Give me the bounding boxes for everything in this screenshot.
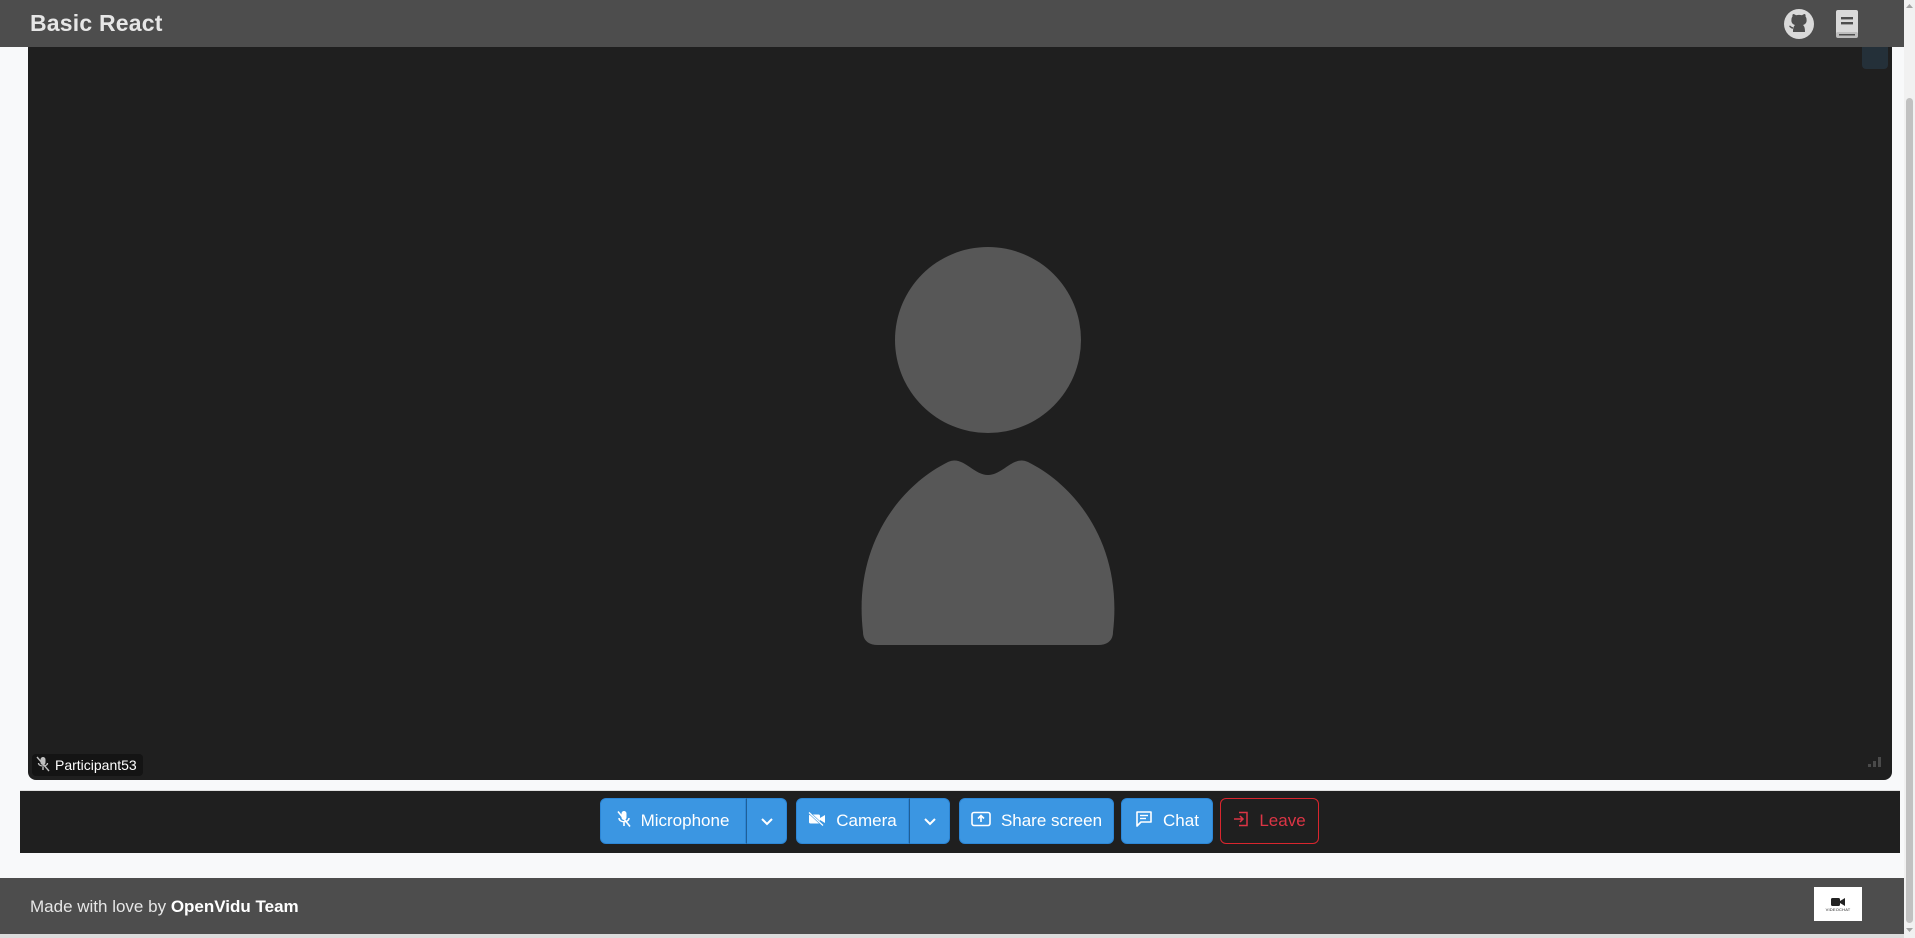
share-screen-icon — [971, 811, 991, 832]
footer-logo-text: VIDEOCHAT — [1825, 906, 1851, 912]
chat-button[interactable]: Chat — [1121, 798, 1213, 844]
leave-control: Leave — [1220, 798, 1319, 844]
mic-off-icon — [616, 810, 631, 833]
scrollbar-thumb[interactable] — [1906, 98, 1913, 923]
page-scrollbar[interactable] — [1904, 0, 1915, 938]
leave-label: Leave — [1259, 811, 1306, 830]
camera-button[interactable]: Camera — [796, 798, 909, 844]
video-camera-icon — [1831, 897, 1845, 906]
microphone-options-button[interactable] — [746, 798, 787, 844]
participant-video-tile: Participant53 — [28, 47, 1892, 780]
camera-label: Camera — [836, 811, 897, 830]
app-title: Basic React — [30, 10, 163, 36]
microphone-button[interactable]: Microphone — [600, 798, 746, 844]
participant-nametag: Participant53 — [32, 754, 143, 776]
leave-icon — [1233, 811, 1249, 832]
camera-options-button[interactable] — [909, 798, 950, 844]
person-avatar-icon — [798, 247, 1178, 652]
footer-logo[interactable]: VIDEOCHAT — [1814, 887, 1862, 921]
footer: Made with love by OpenVidu Team VIDEOCHA… — [0, 878, 1904, 938]
chat-control: Chat — [1121, 798, 1213, 844]
signal-strength-icon — [1868, 754, 1884, 772]
top-navbar: Basic React — [0, 0, 1904, 47]
camera-off-icon — [808, 811, 826, 831]
share-screen-control: Share screen — [959, 798, 1114, 844]
participant-name: Participant53 — [55, 757, 137, 773]
chevron-down-icon — [760, 811, 773, 831]
footer-credit: Made with love by OpenVidu Team — [30, 897, 299, 917]
microphone-label: Microphone — [640, 811, 730, 830]
fullscreen-button[interactable] — [1862, 47, 1888, 69]
share-screen-button[interactable]: Share screen — [959, 798, 1114, 844]
chat-label: Chat — [1163, 811, 1199, 830]
camera-control: Camera — [796, 798, 950, 844]
footer-team-link[interactable]: OpenVidu Team — [171, 897, 299, 916]
scroll-down-arrow-icon[interactable] — [1906, 926, 1913, 934]
docs-book-icon[interactable] — [1830, 7, 1864, 41]
mic-off-icon — [36, 756, 50, 775]
github-icon[interactable] — [1782, 7, 1816, 41]
top-icons — [1782, 7, 1864, 41]
scroll-up-arrow-icon[interactable] — [1906, 2, 1913, 10]
footer-text-prefix: Made with love by — [30, 897, 167, 916]
chevron-down-icon — [923, 811, 936, 831]
share-screen-label: Share screen — [1000, 811, 1103, 830]
microphone-control: Microphone — [600, 798, 787, 844]
leave-button[interactable]: Leave — [1220, 798, 1319, 844]
chat-icon — [1135, 810, 1153, 833]
call-controls-toolbar: Microphone Camera Share screen Chat Leav… — [20, 790, 1900, 853]
